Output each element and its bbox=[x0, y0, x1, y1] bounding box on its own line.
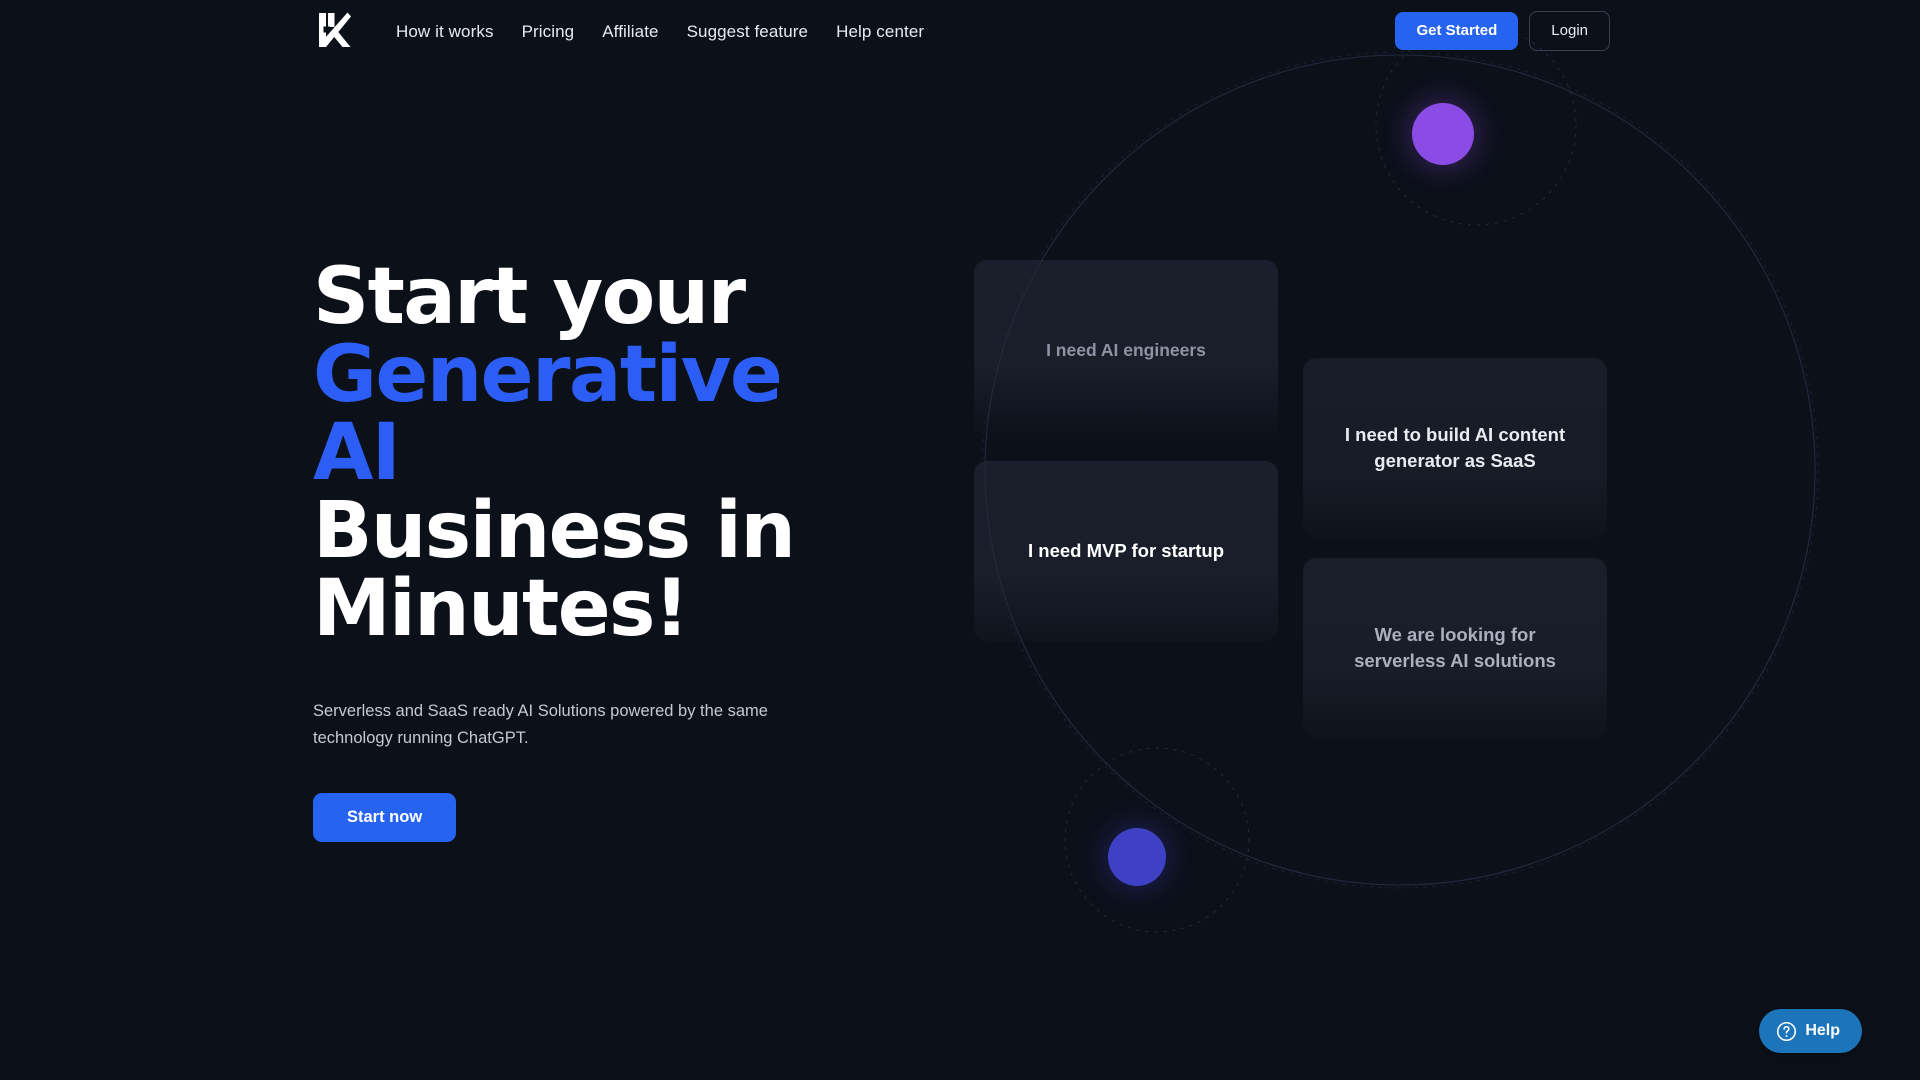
hero-subtitle: Serverless and SaaS ready AI Solutions p… bbox=[313, 702, 768, 747]
hero-title-line-4: Minutes! bbox=[313, 564, 689, 654]
header-actions: Get Started Login bbox=[1395, 0, 1610, 62]
hero-content: Start your Generative AI Business in Min… bbox=[313, 258, 873, 842]
orbit-ring-large bbox=[984, 54, 1816, 886]
help-widget-button[interactable]: Help bbox=[1759, 1009, 1862, 1053]
nav-link-affiliate[interactable]: Affiliate bbox=[602, 23, 658, 40]
orbit-ring-bottom bbox=[1064, 747, 1250, 933]
question-mark-circle-icon bbox=[1777, 1021, 1797, 1041]
hero-title-accent: Generative AI bbox=[313, 330, 783, 498]
hero-title-line-1: Start your bbox=[313, 252, 746, 342]
site-header: How it works Pricing Affiliate Suggest f… bbox=[0, 0, 1920, 62]
hero-visual bbox=[880, 0, 1920, 1020]
nav-link-pricing[interactable]: Pricing bbox=[522, 23, 575, 40]
landing-page: How it works Pricing Affiliate Suggest f… bbox=[0, 0, 1920, 1080]
brand-logo[interactable] bbox=[313, 9, 355, 51]
start-now-button[interactable]: Start now bbox=[313, 793, 457, 842]
get-started-button[interactable]: Get Started bbox=[1395, 11, 1519, 51]
help-widget-label: Help bbox=[1805, 1022, 1840, 1039]
page-title: Start your Generative AI Business in Min… bbox=[313, 258, 873, 648]
login-button[interactable]: Login bbox=[1529, 10, 1610, 52]
nav-link-suggest-feature[interactable]: Suggest feature bbox=[687, 23, 809, 40]
nav-link-how-it-works[interactable]: How it works bbox=[396, 23, 494, 40]
k-logo-icon bbox=[319, 12, 351, 47]
hero-title-line-3: Business in bbox=[313, 486, 796, 576]
orbit-decoration bbox=[981, 24, 1819, 933]
primary-navigation: How it works Pricing Affiliate Suggest f… bbox=[396, 0, 924, 62]
nav-link-help-center[interactable]: Help center bbox=[836, 23, 924, 40]
